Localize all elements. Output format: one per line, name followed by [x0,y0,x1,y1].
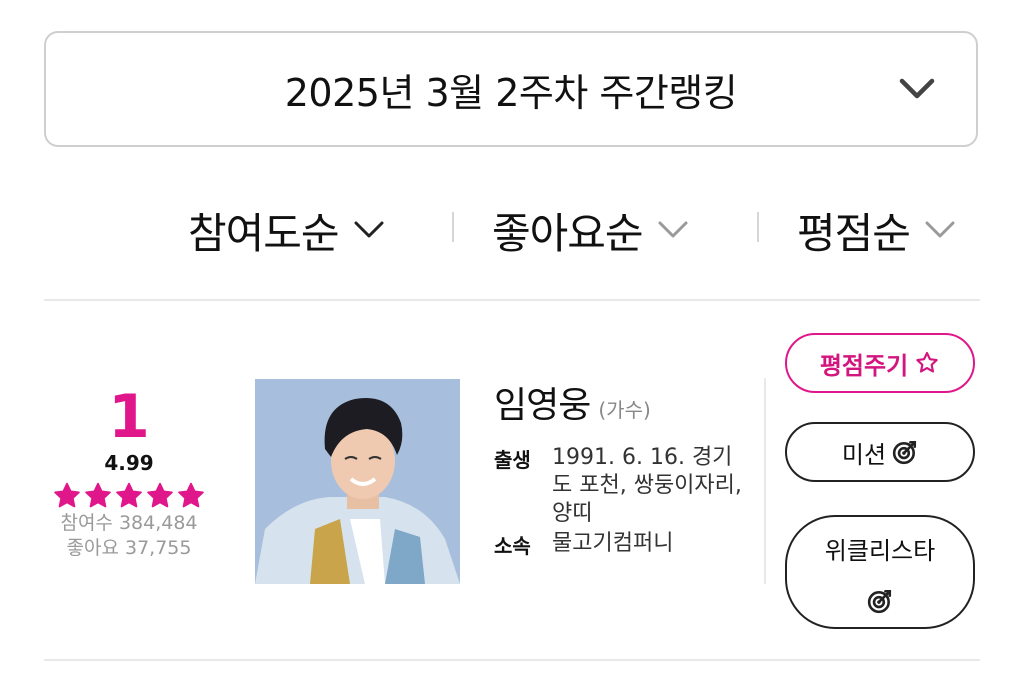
weekly-star-button-label: 위클리스타 [824,536,936,565]
divider [44,299,980,301]
rating-score: 4.99 [104,451,154,475]
weekly-star-button[interactable]: 위클리스타 [785,515,975,629]
star-icon [178,482,204,508]
star-icon [147,482,173,508]
chevron-down-icon [899,78,935,99]
artist-job: (가수) [598,398,651,422]
sort-likes-label: 좋아요순 [492,208,644,258]
divider [44,659,980,661]
sort-participation-label: 참여도순 [188,208,340,258]
star-icon [54,482,80,508]
mission-button-label: 미션 [841,440,887,469]
week-selector[interactable]: 2025년 3월 2주차 주간랭킹 [44,31,978,147]
mission-button[interactable]: 미션 [785,422,975,482]
artist-name[interactable]: 임영웅 [494,376,591,428]
profile-photo[interactable] [255,379,460,584]
star-outline-icon [916,351,938,373]
like-count: 좋아요 37,755 [66,537,192,559]
rate-button[interactable]: 평점주기 [785,333,975,393]
birth-label: 출생 [494,448,531,472]
rating-stars [44,481,214,511]
target-icon [867,589,892,613]
profile-photo-illustration [255,379,460,584]
sort-likes[interactable]: 좋아요순 [492,195,689,265]
chevron-down-icon [354,221,384,238]
sort-rating[interactable]: 평점순 [797,195,956,265]
agency-value: 물고기컴퍼니 [552,531,674,556]
star-icon [116,482,142,508]
week-selector-label: 2025년 3월 2주차 주간랭킹 [284,70,738,115]
target-icon [892,440,917,465]
sort-rating-label: 평점순 [797,208,911,258]
rank-block: 1 4.99 참여수 384,484 좋아요 37,755 [44,385,214,561]
sort-divider [452,212,454,242]
rate-button-label: 평점주기 [819,351,909,380]
sort-participation[interactable]: 참여도순 [188,195,385,265]
star-icon [85,482,111,508]
sort-divider [757,212,759,242]
agency-label: 소속 [494,534,531,558]
birth-value: 1991. 6. 16. 경기도 포천, 쌍둥이자리, 양띠 [552,445,742,526]
participant-count: 참여수 384,484 [60,512,198,534]
rank-number: 1 [108,382,150,452]
vertical-divider [764,378,766,584]
chevron-down-icon [658,221,688,238]
chevron-down-icon [925,221,955,238]
artist-info: 임영웅 (가수) 출생 1991. 6. 16. 경기도 포천, 쌍둥이자리, … [494,376,764,559]
